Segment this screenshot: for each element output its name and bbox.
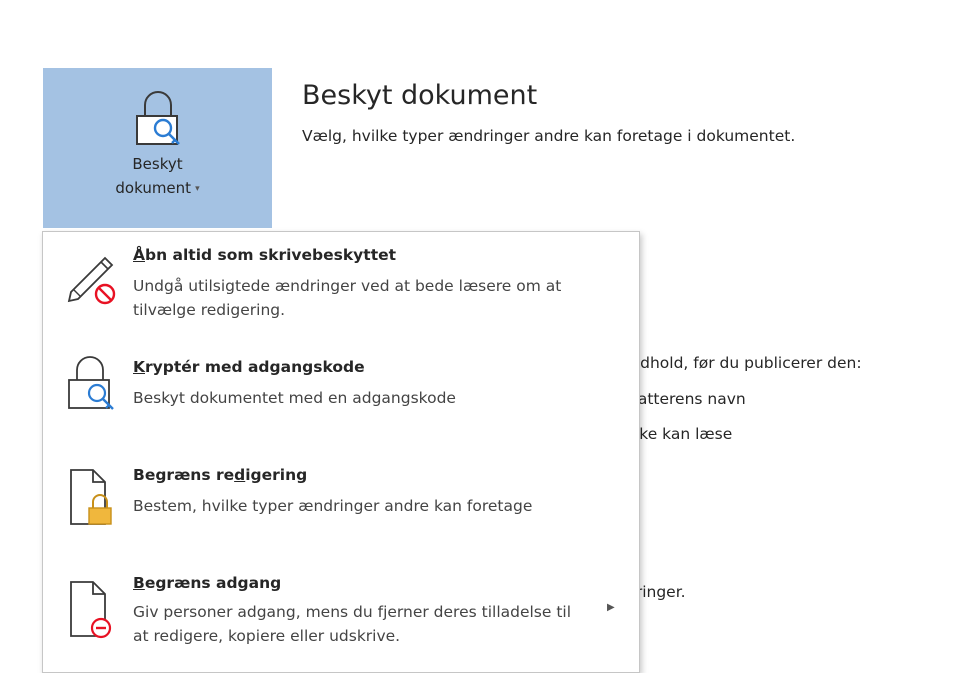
menu-item-title: Åbn altid som skrivebeskyttet xyxy=(133,246,396,264)
lock-key-icon xyxy=(68,356,114,410)
background-text: ikke kan læse xyxy=(626,425,733,443)
menu-item-title: Begræns adgang xyxy=(133,574,281,592)
protect-document-button[interactable]: Beskyt dokument ▾ xyxy=(43,68,272,228)
menu-item-title-text: igering xyxy=(245,466,308,484)
menu-item-description: Giv personer adgang, mens du fjerner der… xyxy=(133,603,572,645)
document-restrict-icon xyxy=(70,581,112,639)
lock-key-icon xyxy=(136,91,180,145)
menu-item-title-text: ryptér med adgangskode xyxy=(145,358,365,376)
menu-item-accelerator: B xyxy=(133,574,145,592)
menu-item-description: Bestem, hvilke typer ændringer andre kan… xyxy=(133,497,533,515)
section-description: Vælg, hvilke typer ændringer andre kan f… xyxy=(302,127,796,145)
menu-item-title-text: bn altid som skrivebeskyttet xyxy=(145,246,397,264)
menu-item-encrypt-with-password[interactable]: Kryptér med adgangskode Beskyt dokumente… xyxy=(43,348,639,460)
pencil-no-icon xyxy=(67,256,116,305)
menu-item-accelerator: Å xyxy=(133,246,145,264)
document-lock-icon xyxy=(70,469,112,525)
background-text: rfatterens navn xyxy=(626,390,746,408)
menu-item-title-text: Begræns re xyxy=(133,466,235,484)
menu-item-title-text: egræns adgang xyxy=(144,574,282,592)
section-title: Beskyt dokument xyxy=(302,80,538,111)
menu-item-description: Beskyt dokumentet med en adgangskode xyxy=(133,389,456,407)
menu-item-description: Undgå utilsigtede ændringer ved at bede … xyxy=(133,277,562,319)
menu-item-title: Begræns redigering xyxy=(133,466,307,484)
protect-button-label-1: Beskyt xyxy=(132,155,183,173)
protect-button-label-2-text: dokument xyxy=(115,179,192,197)
menu-item-accelerator: d xyxy=(234,466,246,484)
menu-item-restrict-access[interactable]: Begræns adgang Giv personer adgang, mens… xyxy=(43,572,639,672)
menu-item-restrict-editing[interactable]: Begræns redigering Bestem, hvilke typer … xyxy=(43,460,639,572)
menu-item-title: Kryptér med adgangskode xyxy=(133,358,365,376)
protect-document-menu: Åbn altid som skrivebeskyttet Undgå util… xyxy=(42,231,640,673)
menu-item-always-open-read-only[interactable]: Åbn altid som skrivebeskyttet Undgå util… xyxy=(43,232,639,348)
submenu-arrow-icon[interactable]: ▶ xyxy=(607,602,615,613)
background-text: indhold, før du publicerer den: xyxy=(626,354,862,372)
chevron-down-icon: ▾ xyxy=(195,184,200,194)
menu-item-accelerator: K xyxy=(133,358,146,376)
protect-button-label-2: dokument ▾ xyxy=(43,179,272,197)
